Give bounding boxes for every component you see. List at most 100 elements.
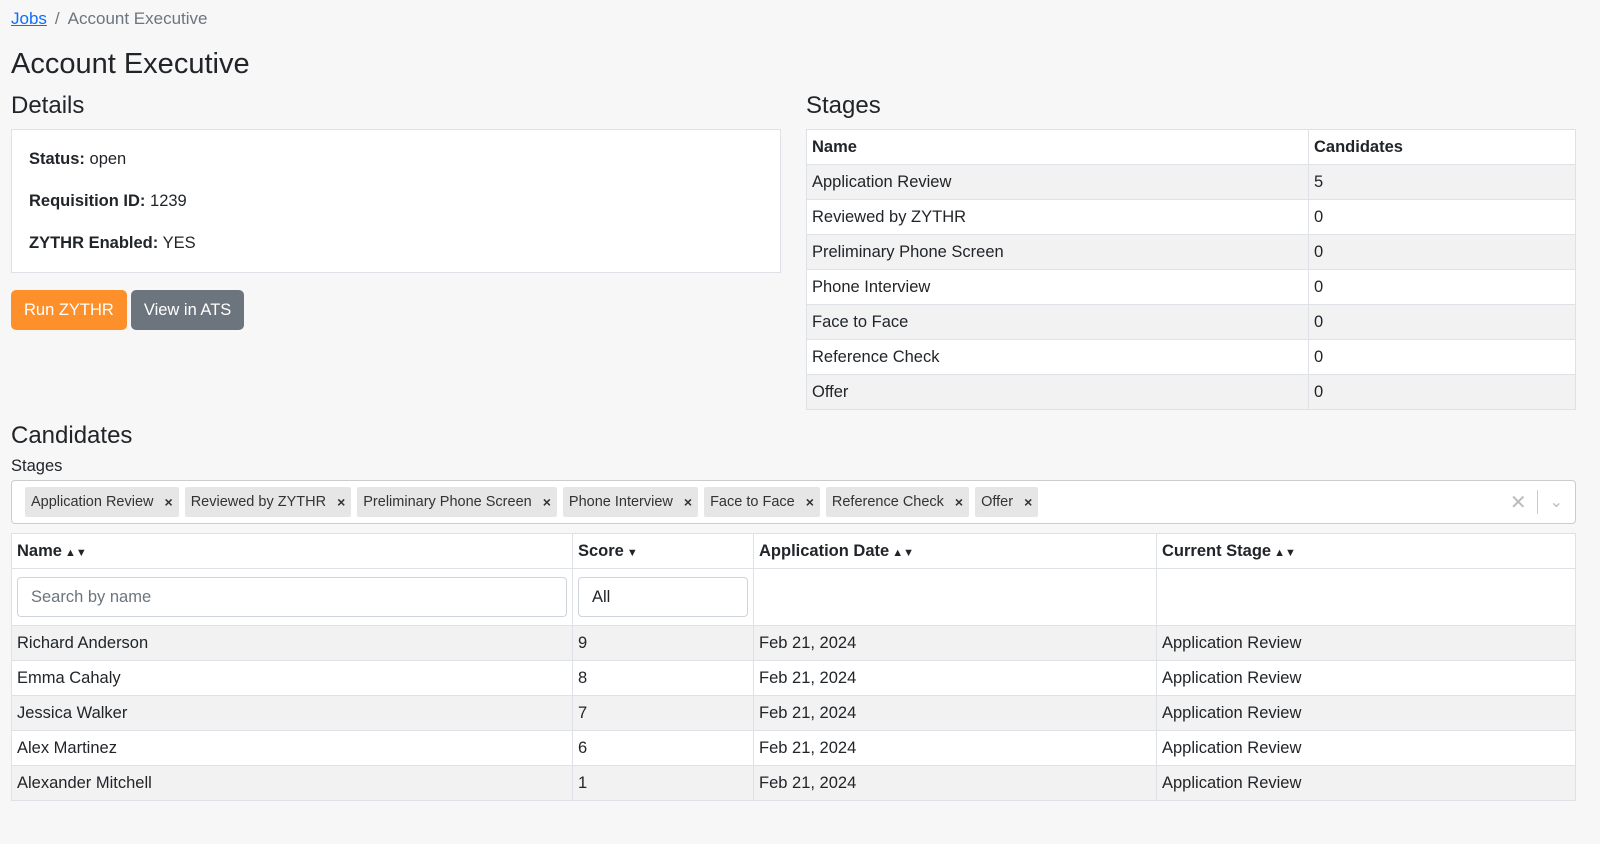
stage-name: Face to Face xyxy=(806,304,1309,340)
score-filter-cell: All xyxy=(572,568,754,626)
breadcrumb: Jobs / Account Executive xyxy=(11,9,208,29)
stage-chip: Reference Check × xyxy=(825,487,970,517)
sort-desc-icon: ▼ xyxy=(626,546,638,559)
stage-name: Offer xyxy=(806,374,1309,410)
score-filter-select[interactable]: All xyxy=(578,577,748,617)
col-stage-label: Current Stage xyxy=(1162,541,1272,560)
zythr-enabled-label: ZYTHR Enabled: xyxy=(29,234,159,252)
stage-chip-label: Offer xyxy=(981,494,1014,510)
candidates-section: Candidates Stages Application Review × Re… xyxy=(11,422,1576,801)
stage-chip-label: Face to Face xyxy=(710,494,795,510)
stage-chip: Face to Face × xyxy=(704,487,820,517)
clear-all-icon[interactable]: ✕ xyxy=(1500,490,1537,515)
candidate-stage: Application Review xyxy=(1156,625,1576,661)
candidate-date: Feb 21, 2024 xyxy=(753,660,1157,696)
stage-row: Reviewed by ZYTHR 0 xyxy=(806,199,1576,235)
candidate-row[interactable]: Alex Martinez 6 Feb 21, 2024 Application Re… xyxy=(11,730,1576,766)
col-name-label: Name xyxy=(17,541,62,560)
candidate-score: 6 xyxy=(572,730,754,766)
col-score-label: Score xyxy=(578,541,624,560)
candidate-row[interactable]: Richard Anderson 9 Feb 21, 2024 Application… xyxy=(11,625,1576,661)
stage-count: 0 xyxy=(1308,304,1576,340)
stages-filter-label: Stages xyxy=(11,457,63,475)
sort-icon: ▲▼ xyxy=(1274,546,1296,559)
chip-remove-icon[interactable]: × xyxy=(543,494,551,510)
col-score-header[interactable]: Score ▼ xyxy=(572,533,754,569)
zythr-enabled-line: ZYTHR Enabled: YES xyxy=(29,234,763,253)
chip-remove-icon[interactable]: × xyxy=(1024,494,1032,510)
search-by-name-input[interactable] xyxy=(17,577,567,617)
stage-chip: Offer × xyxy=(975,487,1039,517)
chip-remove-icon[interactable]: × xyxy=(806,494,814,510)
stage-count: 0 xyxy=(1308,339,1576,375)
stage-chip-label: Application Review xyxy=(31,494,154,510)
stages-multiselect[interactable]: Application Review × Reviewed by ZYTHR × P… xyxy=(11,480,1576,524)
action-buttons: Run ZYTHR View in ATS xyxy=(11,290,781,330)
details-section: Details Status: open Requisition ID: 123… xyxy=(11,92,781,330)
stage-row: Offer 0 xyxy=(806,374,1576,410)
stage-row: Reference Check 0 xyxy=(806,339,1576,375)
col-date-header[interactable]: Application Date ▲▼ xyxy=(753,533,1157,569)
candidate-score: 8 xyxy=(572,660,754,696)
candidates-header-row: Name ▲▼ Score ▼ Application Date ▲▼ Current… xyxy=(11,533,1576,569)
col-stage-header[interactable]: Current Stage ▲▼ xyxy=(1156,533,1576,569)
stage-chip-label: Reference Check xyxy=(831,494,944,510)
col-date-label: Application Date xyxy=(759,541,890,560)
stage-chip-label: Preliminary Phone Screen xyxy=(363,494,532,510)
col-name-header[interactable]: Name ▲▼ xyxy=(11,533,573,569)
candidate-name: Jessica Walker xyxy=(11,695,573,731)
multiselect-controls: ✕ ⌄ xyxy=(1500,481,1575,523)
chip-remove-icon[interactable]: × xyxy=(684,494,692,510)
stages-header-row: Name Candidates xyxy=(806,129,1576,165)
stage-chip: Preliminary Phone Screen × xyxy=(357,487,557,517)
sort-icon: ▲▼ xyxy=(64,546,87,559)
status-label: Status: xyxy=(29,150,85,168)
candidates-heading: Candidates xyxy=(11,422,133,449)
stage-row: Preliminary Phone Screen 0 xyxy=(806,234,1576,270)
stage-row: Application Review 5 xyxy=(806,164,1576,200)
candidate-score: 1 xyxy=(572,765,754,801)
breadcrumb-separator: / xyxy=(54,9,60,28)
candidate-name: Richard Anderson xyxy=(11,625,573,661)
candidate-date: Feb 21, 2024 xyxy=(753,765,1157,801)
stage-count: 0 xyxy=(1308,374,1576,410)
requisition-label: Requisition ID: xyxy=(29,192,146,210)
stage-count: 5 xyxy=(1308,164,1576,200)
sort-icon: ▲▼ xyxy=(892,546,914,559)
candidate-name: Alexander Mitchell xyxy=(11,765,573,801)
chip-remove-icon[interactable]: × xyxy=(165,494,173,510)
empty-filter-cell xyxy=(753,568,1157,626)
name-filter-cell xyxy=(11,568,573,626)
zythr-enabled-value: YES xyxy=(162,234,196,252)
candidates-table: Name ▲▼ Score ▼ Application Date ▲▼ Current… xyxy=(11,533,1576,801)
candidate-date: Feb 21, 2024 xyxy=(753,695,1157,731)
stages-col-candidates: Candidates xyxy=(1308,129,1576,165)
candidate-row[interactable]: Alexander Mitchell 1 Feb 21, 2024 Applicati… xyxy=(11,765,1576,801)
stage-name: Preliminary Phone Screen xyxy=(806,234,1309,270)
view-in-ats-button[interactable]: View in ATS xyxy=(130,290,245,330)
stage-count: 0 xyxy=(1308,269,1576,305)
stages-table: Name Candidates Application Review 5 Revi… xyxy=(806,129,1576,410)
chip-remove-icon[interactable]: × xyxy=(955,494,963,510)
candidate-row[interactable]: Emma Cahaly 8 Feb 21, 2024 Application Revi… xyxy=(11,660,1576,696)
stage-name: Phone Interview xyxy=(806,269,1309,305)
candidate-row[interactable]: Jessica Walker 7 Feb 21, 2024 Application R… xyxy=(11,695,1576,731)
empty-filter-cell xyxy=(1156,568,1576,626)
page-title: Account Executive xyxy=(11,48,250,80)
chip-remove-icon[interactable]: × xyxy=(337,494,345,510)
requisition-value: 1239 xyxy=(150,192,187,210)
breadcrumb-jobs-link[interactable]: Jobs xyxy=(11,9,47,28)
stage-name: Reviewed by ZYTHR xyxy=(806,199,1309,235)
candidate-score: 7 xyxy=(572,695,754,731)
candidate-stage: Application Review xyxy=(1156,765,1576,801)
chevron-down-icon[interactable]: ⌄ xyxy=(1538,492,1575,512)
stage-name: Application Review xyxy=(806,164,1309,200)
breadcrumb-current: Account Executive xyxy=(67,9,208,28)
candidate-stage: Application Review xyxy=(1156,695,1576,731)
stage-count: 0 xyxy=(1308,199,1576,235)
stage-row: Face to Face 0 xyxy=(806,304,1576,340)
candidate-score: 9 xyxy=(572,625,754,661)
run-zythr-button[interactable]: Run ZYTHR xyxy=(11,290,127,330)
status-value: open xyxy=(89,150,127,168)
candidate-date: Feb 21, 2024 xyxy=(753,625,1157,661)
